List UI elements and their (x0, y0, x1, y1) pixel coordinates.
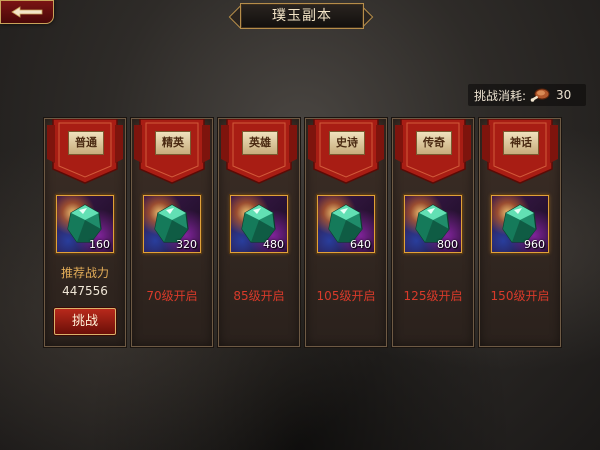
gem-count: 480 (263, 238, 284, 251)
back-button[interactable] (0, 0, 54, 24)
gem-reward[interactable]: 320 (143, 195, 201, 253)
tier-banner: 史诗 (306, 119, 386, 185)
tier-name: 精英 (155, 131, 191, 155)
gem-reward[interactable]: 800 (404, 195, 462, 253)
title-plate: 璞玉副本 (228, 3, 374, 29)
gem-reward[interactable]: 640 (317, 195, 375, 253)
tier-card-myth: 神话 960 150级开启 (479, 118, 561, 347)
back-arrow-icon (10, 6, 44, 18)
recommended-power-value: 447556 (62, 284, 108, 298)
cost-value: 30 (556, 88, 572, 102)
tier-name: 传奇 (416, 131, 452, 155)
unlock-requirement: 70级开启 (146, 289, 198, 303)
tier-card-hero: 英雄 480 85级开启 (218, 118, 300, 347)
unlock-requirement: 85级开启 (233, 289, 285, 303)
gem-count: 640 (350, 238, 371, 251)
unlock-requirement: 125级开启 (403, 289, 463, 303)
unlock-requirement: 105级开启 (316, 289, 376, 303)
tier-banner: 普通 (45, 119, 125, 185)
tier-card-elite: 精英 320 70级开启 (131, 118, 213, 347)
challenge-button[interactable]: 挑战 (54, 308, 116, 335)
unlock-requirement: 150级开启 (490, 289, 550, 303)
tier-banner: 神话 (480, 119, 560, 185)
cost-label: 挑战消耗: (474, 88, 527, 103)
challenge-cost: 挑战消耗: 30 (468, 84, 586, 106)
tier-banner: 英雄 (219, 119, 299, 185)
meat-icon (530, 87, 550, 103)
tier-card-epic: 史诗 640 105级开启 (305, 118, 387, 347)
gem-reward[interactable]: 960 (491, 195, 549, 253)
gem-count: 320 (176, 238, 197, 251)
page-title: 璞玉副本 (272, 8, 332, 24)
tier-name: 史诗 (329, 131, 365, 155)
gem-reward[interactable]: 160 (56, 195, 114, 253)
tier-banner: 传奇 (393, 119, 473, 185)
tier-banner: 精英 (132, 119, 212, 185)
gem-reward[interactable]: 480 (230, 195, 288, 253)
tier-card-legend: 传奇 800 125级开启 (392, 118, 474, 347)
tier-name: 普通 (68, 131, 104, 155)
tier-name: 神话 (503, 131, 539, 155)
tier-name: 英雄 (242, 131, 278, 155)
gem-count: 960 (524, 238, 545, 251)
gem-count: 160 (89, 238, 110, 251)
gem-count: 800 (437, 238, 458, 251)
tier-card-normal: 普通 160 推荐战力 447556 挑战 (44, 118, 126, 347)
recommended-power-label: 推荐战力 (60, 266, 109, 280)
